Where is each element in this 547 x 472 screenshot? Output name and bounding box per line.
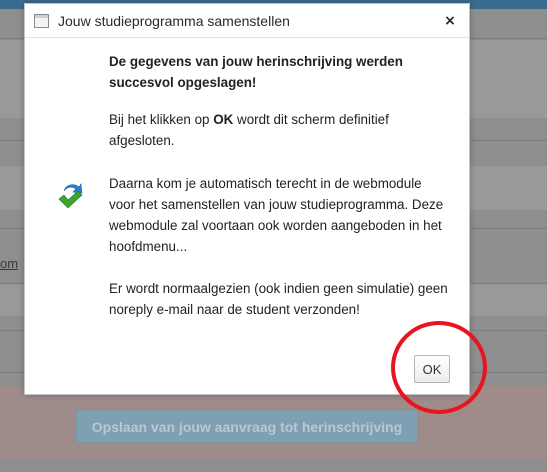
close-info: Bij het klikken op OK wordt dit scherm d…	[109, 109, 449, 151]
dialog-titlebar: Jouw studieprogramma samenstellen ×	[25, 4, 469, 38]
close-info-prefix: Bij het klikken op	[109, 112, 214, 127]
close-icon[interactable]: ×	[442, 12, 458, 30]
redirect-info: Daarna kom je automatisch terecht in de …	[109, 176, 444, 254]
save-reenrollment-button: Opslaan van jouw aanvraag tot herinschri…	[76, 410, 418, 443]
dialog-title: Jouw studieprogramma samenstellen	[58, 13, 290, 29]
success-message: De gegevens van jouw herinschrijving wer…	[109, 54, 403, 90]
close-info-emphasis: OK	[213, 112, 234, 127]
window-icon	[34, 14, 49, 28]
check-arrow-icon	[58, 183, 83, 209]
highlight-circle	[391, 321, 487, 414]
background-link-fragment: om	[0, 256, 19, 271]
mail-info: Er wordt normaalgezien (ook indien geen …	[109, 281, 448, 317]
